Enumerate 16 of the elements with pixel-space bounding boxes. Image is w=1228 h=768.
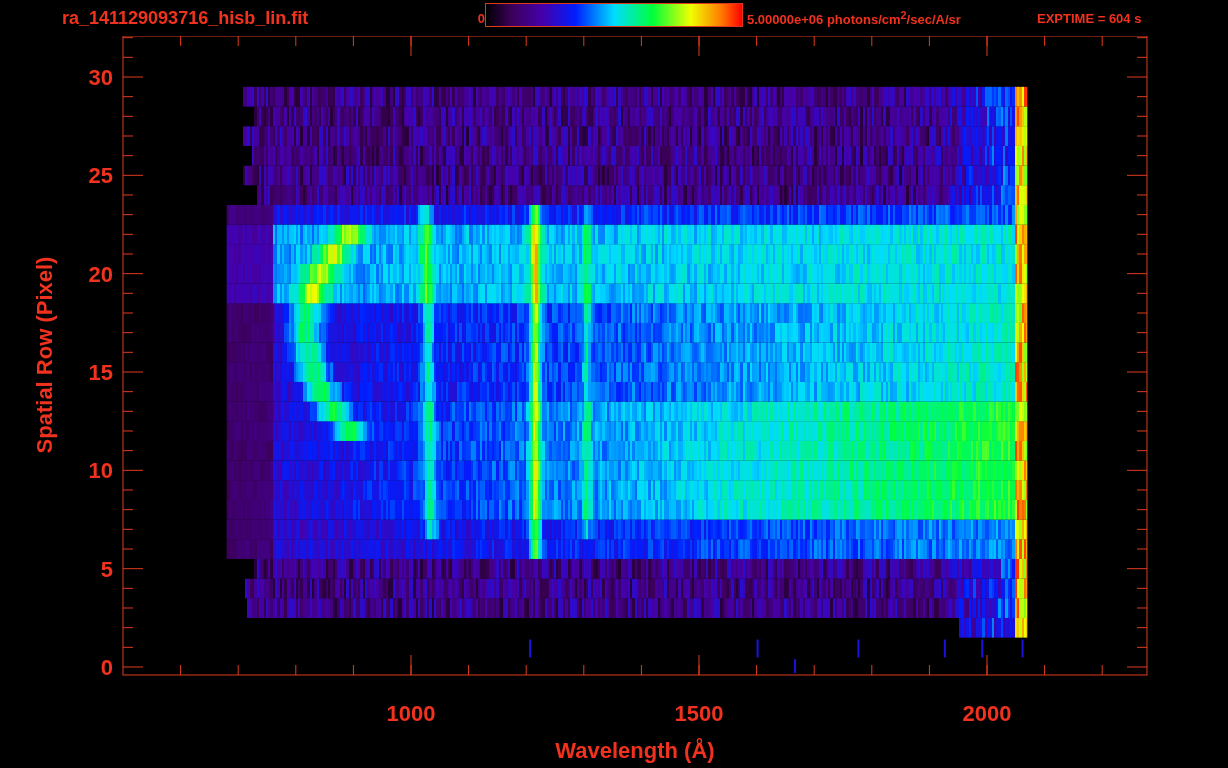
y-tick-label: 5 [100, 556, 113, 582]
exposure-time: EXPTIME = 604 s [1037, 10, 1142, 26]
y-axis-label: Spatial Row (Pixel) [32, 256, 57, 454]
y-tick-label: 10 [88, 458, 113, 484]
x-axis-label: Wavelength (Å) [555, 738, 715, 763]
colorbar-min-label: 0 [476, 10, 485, 26]
x-tick-label: 1500 [674, 701, 724, 726]
colorbar-max-label: 5.00000e+06 photons/cm$^{2}$/sec/A/sr [747, 8, 962, 28]
y-tick-label: 15 [88, 360, 113, 385]
x-tick-label: 2000 [962, 701, 1012, 726]
y-tick-label: 25 [88, 163, 113, 189]
y-tick-label: 30 [88, 65, 113, 90]
y-tick-label: 20 [88, 261, 113, 287]
y-tick-label: 0 [100, 655, 113, 680]
file-name: ra_141129093716_hisb_lin.fit [62, 7, 310, 29]
x-tick-label: 1000 [386, 701, 436, 726]
